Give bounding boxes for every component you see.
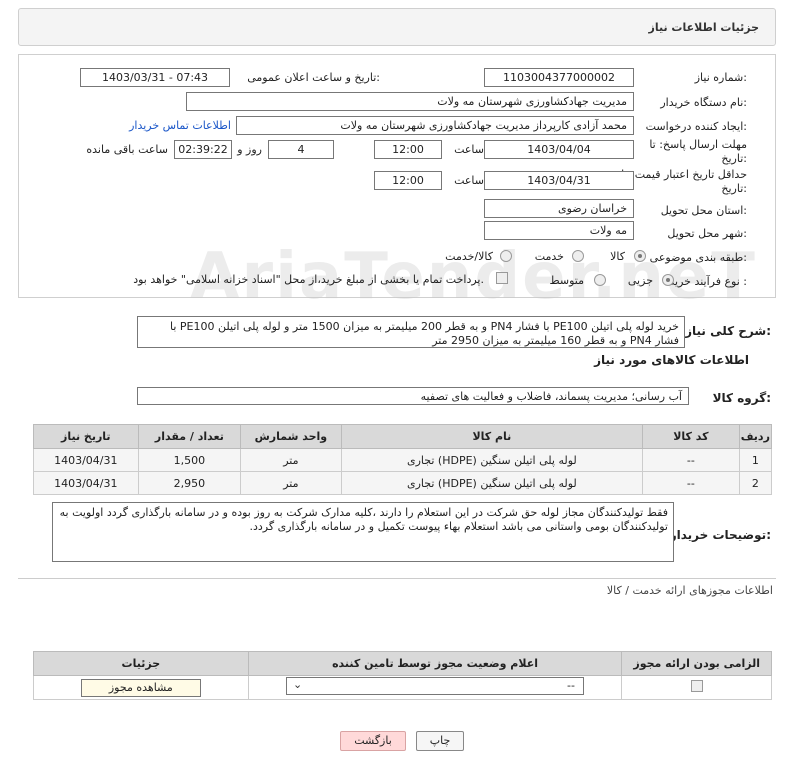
page-title: جزئیات اطلاعات نیاز (648, 21, 760, 34)
cell-date: 1403/04/31 (33, 471, 139, 495)
deadline-date-field[interactable]: 1403/04/04 (484, 140, 634, 159)
treasury-payment-checkbox[interactable] (496, 272, 508, 284)
cell-date: 1403/04/31 (33, 448, 139, 472)
buyer-notes-text: فقط تولیدکنندگان مجاز لوله حق شرکت در ای… (52, 502, 674, 562)
process-minor-radio[interactable] (662, 274, 674, 286)
requester-label: ایجاد کننده درخواست: (645, 120, 747, 133)
view-permit-button[interactable]: مشاهده مجوز (80, 678, 201, 697)
deadline-time-label: ساعت (454, 143, 484, 156)
cell-permit-details: مشاهده مجوز (33, 675, 249, 700)
city-field[interactable]: مه ولات (484, 221, 634, 240)
cell-unit: متر (240, 448, 342, 472)
cell-code: -- (642, 471, 740, 495)
page-header: جزئیات اطلاعات نیاز (18, 8, 776, 46)
cell-row: 2 (738, 471, 773, 495)
category-goods-label: کالا (610, 250, 625, 263)
summary-text: خرید لوله پلی اتیلن PE100 با فشار PN4 و … (137, 316, 685, 348)
process-label: نوع فرآیند خرید : (669, 275, 747, 288)
permit-required-checkbox[interactable] (690, 680, 703, 692)
validity-time-label: ساعت (454, 174, 484, 187)
treasury-payment-note: پرداخت تمام یا بخشی از مبلغ خرید،از محل … (133, 273, 484, 286)
back-button[interactable]: بازگشت (340, 731, 406, 751)
province-field[interactable]: خراسان رضوی (484, 199, 634, 218)
permits-section-title: اطلاعات مجوزهای ارائه خدمت / کالا (606, 584, 773, 597)
col-name: نام کالا (340, 424, 644, 449)
goods-table: ردیف کد کالا نام کالا واحد شمارش تعداد /… (33, 424, 773, 495)
cell-permit-required (621, 675, 772, 700)
need-number-field[interactable]: 1103004377000002 (484, 68, 634, 87)
category-both-label: کالا/خدمت (445, 250, 493, 263)
need-number-label: شماره نیاز: (694, 71, 747, 84)
process-medium-radio[interactable] (594, 274, 606, 286)
validity-date-field[interactable]: 1403/04/31 (484, 171, 634, 190)
print-button[interactable]: چاپ (416, 731, 464, 751)
table-row: ⌄ -- مشاهده مجوز (33, 675, 772, 700)
permit-status-select[interactable]: ⌄ -- (286, 677, 585, 695)
col-permit-details: جزئیات (33, 651, 249, 676)
time-remaining-label: ساعت باقی مانده (86, 143, 168, 156)
goods-group-label: گروه کالا: (712, 391, 771, 405)
validity-time-field[interactable]: 12:00 (374, 171, 442, 190)
cell-unit: متر (240, 471, 342, 495)
process-medium-label: متوسط (549, 274, 584, 287)
buyer-org-field[interactable]: مدیریت جهادکشاورزی شهرستان مه ولات (186, 92, 634, 111)
goods-group-field[interactable]: آب رسانی؛ مدیریت پسماند، فاضلاب و فعالیت… (137, 387, 689, 405)
cell-name: لوله پلی اتیلن سنگین (HDPE) تجاری (340, 471, 644, 495)
permits-table: الزامی بودن ارائه مجوز اعلام وضعیت مجوز … (33, 651, 772, 700)
table-row: 2 -- لوله پلی اتیلن سنگین (HDPE) تجاری م… (33, 471, 773, 495)
col-qty: تعداد / مقدار (137, 424, 242, 449)
category-both-radio[interactable] (500, 250, 512, 262)
requester-field[interactable]: محمد آزادی کارپرداز مدیریت جهادکشاورزی ش… (236, 116, 634, 135)
price-validity-label: حداقل تاریخ اعتبار قیمت: تا (621, 168, 747, 181)
col-row: ردیف (738, 424, 773, 449)
deadline-time-field[interactable]: 12:00 (374, 140, 442, 159)
category-service-label: خدمت (534, 250, 564, 263)
cell-name: لوله پلی اتیلن سنگین (HDPE) تجاری (340, 448, 644, 472)
chevron-down-icon: ⌄ (293, 678, 303, 691)
cell-code: -- (642, 448, 740, 472)
col-permit-required: الزامی بودن ارائه مجوز (621, 651, 772, 676)
category-goods-radio[interactable] (634, 250, 646, 262)
price-validity-date-label: تاریخ: (721, 182, 747, 195)
cell-qty: 1,500 (137, 448, 242, 472)
col-permit-status: اعلام وضعیت مجوز توسط تامین کننده (247, 651, 623, 676)
announce-field[interactable]: 1403/03/31 - 07:43 (80, 68, 230, 87)
province-label: استان محل تحویل: (660, 204, 747, 217)
category-service-radio[interactable] (572, 250, 584, 262)
section-divider (18, 578, 776, 579)
buyer-contact-link[interactable]: اطلاعات تماس خریدار (129, 119, 231, 132)
table-row: 1 -- لوله پلی اتیلن سنگین (HDPE) تجاری م… (33, 448, 773, 472)
permit-status-value: -- (567, 679, 575, 692)
days-label: روز و (237, 143, 262, 156)
city-label: شهر محل تحویل: (667, 227, 747, 240)
days-remaining-field[interactable]: 4 (268, 140, 334, 159)
col-unit: واحد شمارش (240, 424, 342, 449)
cell-qty: 2,950 (137, 471, 242, 495)
cell-permit-status: ⌄ -- (247, 675, 623, 700)
deadline-date-label: تاریخ: (721, 152, 747, 165)
goods-section-title: اطلاعات کالاهای مورد نیاز (594, 353, 749, 367)
cell-row: 1 (738, 448, 773, 472)
announce-label: تاریخ و ساعت اعلان عمومی: (247, 71, 380, 84)
buyer-notes-label: توضیحات خریدار: (669, 528, 771, 542)
category-label: طبقه بندی موضوعی: (649, 251, 747, 264)
time-remaining-field[interactable]: 02:39:22 (174, 140, 232, 159)
buyer-org-label: نام دستگاه خریدار: (660, 96, 747, 109)
col-code: کد کالا (642, 424, 740, 449)
process-minor-label: جزیی (627, 274, 653, 287)
deadline-label: مهلت ارسال پاسخ: تا (649, 138, 747, 151)
col-date: تاریخ نیاز (33, 424, 139, 449)
summary-label: شرح کلی نیاز: (685, 324, 771, 338)
